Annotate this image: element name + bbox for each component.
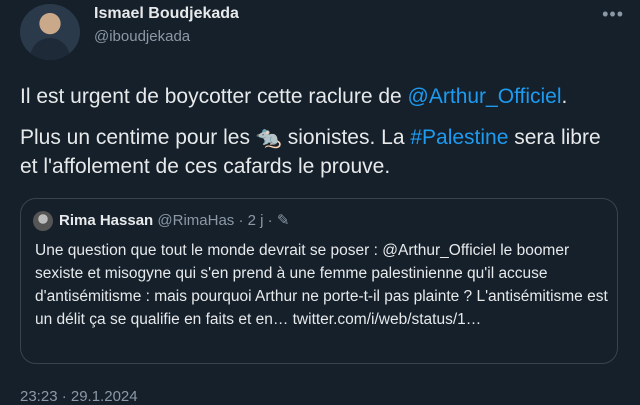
author-avatar[interactable] bbox=[20, 4, 80, 60]
quoted-handle: @RimaHas bbox=[157, 212, 235, 229]
tweet-paragraph-1: Il est urgent de boycotter cette raclure… bbox=[20, 82, 620, 111]
quoted-name: Rima Hassan bbox=[59, 212, 154, 229]
edit-pencil-icon: ✎ bbox=[276, 212, 290, 229]
quoted-avatar bbox=[33, 211, 53, 231]
mention-link[interactable]: @Arthur_Officiel bbox=[408, 85, 562, 108]
more-horizontal-icon[interactable]: ••• bbox=[602, 4, 624, 25]
tweet-text: . bbox=[561, 85, 568, 108]
tweet-body: Il est urgent de boycotter cette raclure… bbox=[20, 82, 620, 193]
quoted-text: Une question que tout le monde devrait s… bbox=[35, 242, 608, 328]
tweet-timestamp[interactable]: 23:23 · 29.1.2024 bbox=[20, 388, 138, 405]
author-name[interactable]: Ismael Boudjekada bbox=[94, 5, 239, 23]
quoted-tweet[interactable]: Rima Hassan @RimaHas · 2 j · ✎ Une quest… bbox=[20, 198, 618, 364]
quoted-header: Rima Hassan @RimaHas · 2 j · ✎ bbox=[59, 211, 289, 229]
quoted-age: · 2 j · bbox=[238, 212, 273, 229]
hashtag-link[interactable]: #Palestine bbox=[410, 126, 508, 149]
author-handle[interactable]: @iboudjekada bbox=[94, 28, 190, 45]
tweet-paragraph-2: Plus un centime pour les 🐀 sionistes. La… bbox=[20, 123, 620, 181]
tweet-text: Plus un centime pour les 🐀 sionistes. La bbox=[20, 126, 411, 149]
tweet-text: Il est urgent de boycotter cette raclure… bbox=[20, 85, 408, 108]
